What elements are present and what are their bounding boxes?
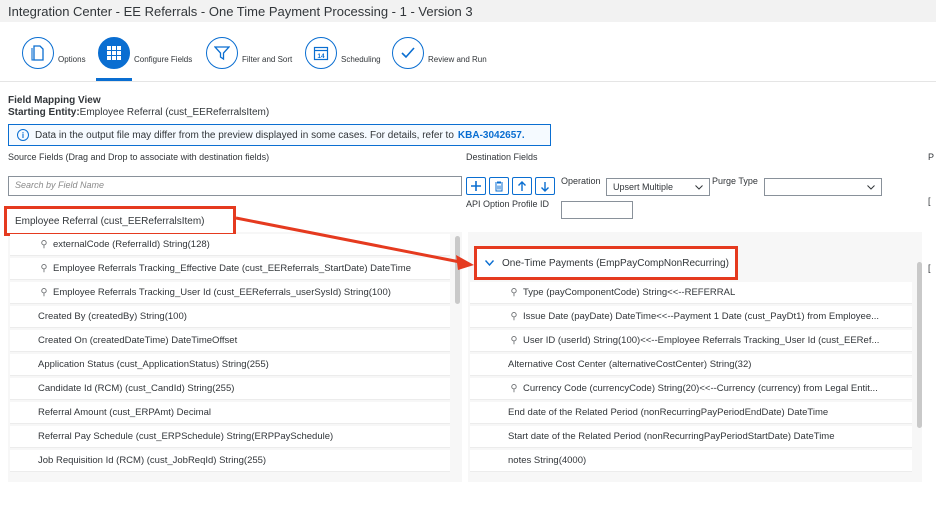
annotation-arrow bbox=[235, 216, 474, 270]
